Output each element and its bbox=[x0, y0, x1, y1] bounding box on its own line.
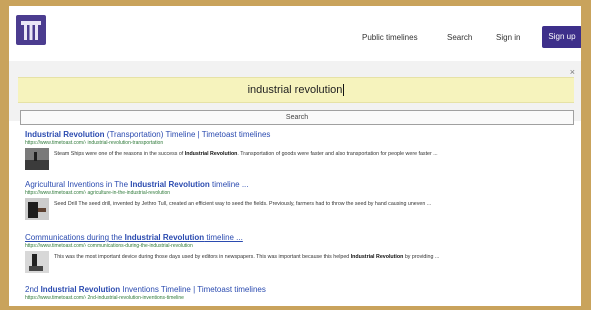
text-cursor bbox=[343, 84, 345, 97]
snippet-text: . Transportation of goods were faster an… bbox=[237, 151, 438, 157]
result-title-text: timeline ... bbox=[209, 180, 249, 189]
nav-sign-in-link[interactable]: Sign in bbox=[496, 33, 520, 43]
seed-drill-image-icon bbox=[25, 198, 49, 220]
search-input[interactable]: industrial revolution bbox=[18, 77, 574, 103]
result-snippet: Steam Ships were one of the reasons in t… bbox=[54, 150, 570, 158]
telegraph-device-image-icon bbox=[25, 251, 49, 273]
result-title-bold: Industrial Revolution bbox=[124, 233, 205, 242]
result-title-bold: Industrial Revolution bbox=[25, 130, 105, 139]
result-title-text: Agricultural Inventions in The bbox=[25, 180, 131, 189]
result-title-link[interactable]: Agricultural Inventions in The Industria… bbox=[25, 180, 249, 190]
result-url: https://www.timetoast.com/› industrial-r… bbox=[25, 140, 164, 146]
logo-glyph-icon bbox=[21, 21, 41, 40]
result-title-bold: Industrial Revolution bbox=[40, 285, 121, 294]
result-thumbnail[interactable] bbox=[25, 148, 49, 170]
result-thumbnail[interactable] bbox=[25, 198, 49, 220]
result-title-text: (Transportation) Timeline | Timetoast ti… bbox=[104, 130, 271, 139]
nav-search-link[interactable]: Search bbox=[447, 33, 472, 43]
snippet-text: by providing ... bbox=[403, 254, 440, 260]
close-icon[interactable]: × bbox=[570, 67, 575, 77]
snippet-text: This was the most important device durin… bbox=[54, 254, 351, 260]
snippet-bold: Industrial Revolution bbox=[350, 254, 404, 260]
nav-public-timelines-link[interactable]: Public timelines bbox=[362, 33, 418, 43]
search-query-text: industrial revolution bbox=[247, 84, 343, 96]
result-title-text: Communications during the bbox=[25, 233, 125, 242]
result-url: https://www.timetoast.com/› 2nd-industri… bbox=[25, 295, 184, 301]
result-title-text: 2nd bbox=[25, 285, 41, 294]
search-panel: × industrial revolution Search Industria… bbox=[9, 61, 581, 306]
result-snippet: This was the most important device durin… bbox=[54, 253, 570, 261]
snippet-bold: Industrial Revolution bbox=[184, 151, 238, 157]
result-url: https://www.timetoast.com/› agriculture-… bbox=[25, 190, 171, 196]
snippet-text: Steam Ships were one of the reasons in t… bbox=[54, 151, 185, 157]
result-title-text: Inventions Timeline | Timetoast timeline… bbox=[120, 285, 266, 294]
sign-up-button[interactable]: Sign up bbox=[542, 26, 581, 48]
steam-ship-image-icon bbox=[25, 148, 49, 170]
timetoast-logo-icon[interactable] bbox=[16, 15, 46, 45]
result-title-link[interactable]: Industrial Revolution (Transportation) T… bbox=[25, 130, 270, 140]
result-thumbnail[interactable] bbox=[25, 251, 49, 273]
result-title-text: timeline ... bbox=[204, 233, 243, 242]
result-snippet: Seed Drill The seed drill, invented by J… bbox=[54, 200, 570, 208]
top-navigation-bar: Public timelines Search Sign in Sign up bbox=[9, 6, 581, 61]
search-button[interactable]: Search bbox=[20, 110, 574, 125]
result-title-bold: Industrial Revolution bbox=[130, 180, 210, 189]
app-window: Public timelines Search Sign in Sign up … bbox=[9, 6, 581, 306]
result-title-link[interactable]: 2nd Industrial Revolution Inventions Tim… bbox=[25, 285, 266, 295]
snippet-text: Seed Drill The seed drill, invented by J… bbox=[54, 201, 432, 207]
result-url: https://www.timetoast.com/› communicatio… bbox=[25, 243, 193, 249]
result-title-link[interactable]: Communications during the Industrial Rev… bbox=[25, 233, 243, 243]
